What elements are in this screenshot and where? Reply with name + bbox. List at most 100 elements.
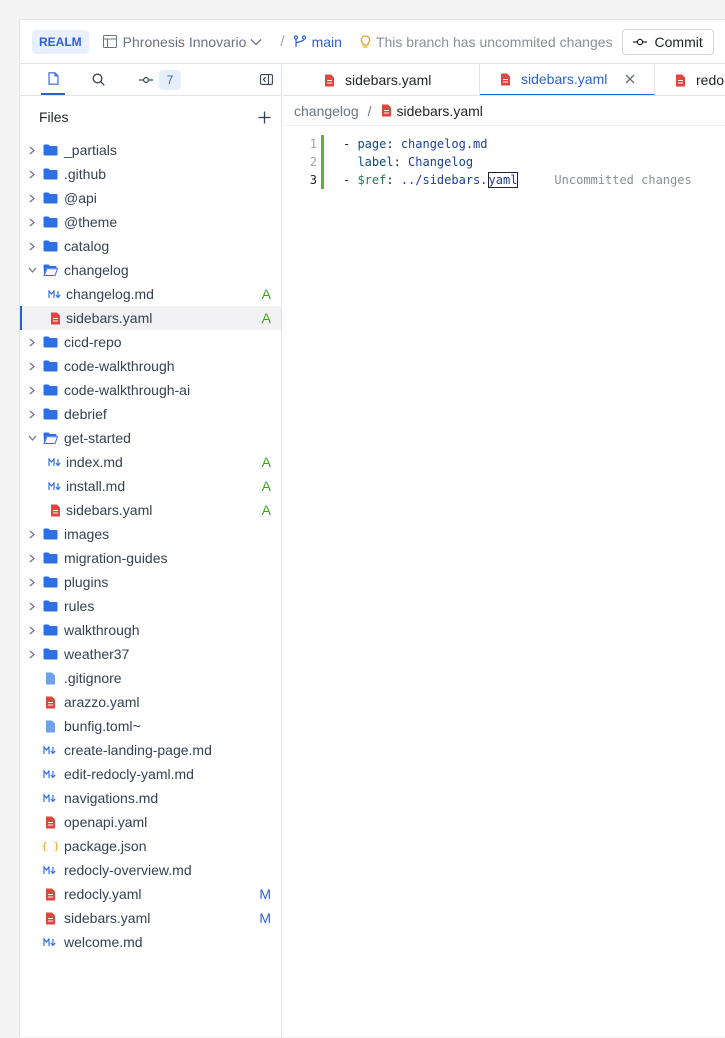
close-icon[interactable] <box>625 71 635 88</box>
tree-file[interactable]: arazzo.yaml <box>20 690 281 714</box>
tree-folder[interactable]: debrief <box>20 402 281 426</box>
tree-folder[interactable]: catalog <box>20 234 281 258</box>
chevron-right-icon[interactable] <box>26 530 38 539</box>
tree-item-label: migration-guides <box>64 550 168 566</box>
tree-folder[interactable]: plugins <box>20 570 281 594</box>
tree-folder[interactable]: _partials <box>20 138 281 162</box>
tree-folder[interactable]: cicd-repo <box>20 330 281 354</box>
chevron-right-icon[interactable] <box>26 338 38 347</box>
yaml-key: label <box>357 155 394 169</box>
git-status-badge: A <box>261 478 271 494</box>
yaml-file-icon <box>672 72 688 88</box>
editor-tab[interactable]: redo <box>655 64 725 95</box>
branch-icon <box>293 35 306 47</box>
tree-folder[interactable]: @api <box>20 186 281 210</box>
add-file-icon[interactable] <box>258 111 271 124</box>
chevron-right-icon[interactable] <box>26 194 38 203</box>
tree-folder[interactable]: walkthrough <box>20 618 281 642</box>
chevron-right-icon[interactable] <box>26 362 38 371</box>
app-window: REALM Phronesis Innovario / main This br… <box>19 19 725 1038</box>
editor-tab[interactable]: sidebars.yaml <box>480 64 655 95</box>
collapse-sidebar-button[interactable] <box>256 64 276 95</box>
chevron-right-icon[interactable] <box>26 242 38 251</box>
chevron-down-icon[interactable] <box>26 267 38 273</box>
tree-folder[interactable]: .github <box>20 162 281 186</box>
chevron-right-icon[interactable] <box>26 650 38 659</box>
tree-file[interactable]: sidebars.yaml A <box>20 498 281 522</box>
line-number: 1 <box>309 137 317 151</box>
tree-folder[interactable]: code-walkthrough-ai <box>20 378 281 402</box>
tree-file[interactable]: bunfig.toml~ <box>20 714 281 738</box>
tree-file[interactable]: install.md A <box>20 474 281 498</box>
inline-hint: Uncommitted changes <box>554 173 692 187</box>
commit-button[interactable]: Commit <box>621 28 714 55</box>
tree-file[interactable]: create-landing-page.md <box>20 738 281 762</box>
chevron-right-icon[interactable] <box>26 146 38 155</box>
code-colon: : <box>386 137 401 151</box>
editor-tab[interactable]: sidebars.yaml <box>283 64 480 95</box>
tree-file[interactable]: redocly-overview.md <box>20 858 281 882</box>
markdown-icon <box>42 934 58 950</box>
tree-folder[interactable]: @theme <box>20 210 281 234</box>
tree-folder[interactable]: weather37 <box>20 642 281 666</box>
chevron-right-icon[interactable] <box>26 386 38 395</box>
collapse-panel-icon <box>259 74 273 85</box>
tree-folder[interactable]: migration-guides <box>20 546 281 570</box>
tree-item-label: sidebars.yaml <box>64 910 151 926</box>
tree-file[interactable]: .gitignore <box>20 666 281 690</box>
tree-file[interactable]: redocly.yaml M <box>20 882 281 906</box>
files-view-button[interactable] <box>41 64 65 95</box>
files-header: Files <box>20 96 281 138</box>
search-button[interactable] <box>86 64 110 95</box>
tree-file[interactable]: openapi.yaml <box>20 810 281 834</box>
tree-folder[interactable]: changelog <box>20 258 281 282</box>
yaml-value: ../sidebars. <box>400 173 488 187</box>
changes-button[interactable]: 7 <box>134 64 186 95</box>
tree-item-label: _partials <box>64 142 117 158</box>
tree-item-label: .github <box>64 166 107 182</box>
code-line[interactable]: 2 label: Changelog <box>283 153 725 171</box>
tree-folder[interactable]: get-started <box>20 426 281 450</box>
tree-folder[interactable]: code-walkthrough <box>20 354 281 378</box>
chevron-right-icon[interactable] <box>26 626 38 635</box>
tree-file[interactable]: sidebars.yaml A <box>20 306 281 330</box>
json-file-icon: { } <box>42 838 58 854</box>
branch-selector[interactable]: main <box>293 34 342 50</box>
code-editor[interactable]: 1- page: changelog.md 2 label: Changelog 3… <box>283 126 725 189</box>
tree-file[interactable]: sidebars.yaml M <box>20 906 281 930</box>
git-status-badge: A <box>261 502 271 518</box>
top-bar: REALM Phronesis Innovario / main This br… <box>20 20 725 64</box>
file-icon <box>42 718 58 734</box>
markdown-icon <box>47 286 63 302</box>
tab-label: redo <box>696 72 725 88</box>
project-selector[interactable]: Phronesis Innovario <box>102 34 269 50</box>
tree-file[interactable]: navigations.md <box>20 786 281 810</box>
chevron-right-icon[interactable] <box>26 578 38 587</box>
breadcrumb-folder[interactable]: changelog <box>294 103 359 119</box>
tree-item-label: redocly.yaml <box>64 886 142 902</box>
tree-folder[interactable]: rules <box>20 594 281 618</box>
chevron-down-icon <box>250 38 262 45</box>
tree-file[interactable]: { } package.json <box>20 834 281 858</box>
realm-badge[interactable]: REALM <box>32 29 89 54</box>
change-gutter-marker <box>321 171 324 189</box>
chevron-down-icon[interactable] <box>26 435 38 441</box>
folder-icon <box>42 382 58 398</box>
yaml-file-icon <box>47 502 63 518</box>
folder-open-icon <box>42 430 58 446</box>
tree-file[interactable]: edit-redocly-yaml.md <box>20 762 281 786</box>
chevron-right-icon[interactable] <box>26 554 38 563</box>
code-line[interactable]: 1 - page: changelog.md <box>283 135 725 153</box>
tree-file[interactable]: index.md A <box>20 450 281 474</box>
chevron-right-icon[interactable] <box>26 170 38 179</box>
tree-file[interactable]: welcome.md <box>20 930 281 954</box>
tree-folder[interactable]: images <box>20 522 281 546</box>
yaml-file-icon <box>42 910 58 926</box>
code-line[interactable]: 3 - $ref: ../sidebars.yaml Uncommitted cha… <box>283 171 725 189</box>
chevron-right-icon[interactable] <box>26 218 38 227</box>
chevron-right-icon[interactable] <box>26 602 38 611</box>
yaml-file-icon <box>321 72 337 88</box>
breadcrumb-file[interactable]: sidebars.yaml <box>381 103 483 119</box>
chevron-right-icon[interactable] <box>26 410 38 419</box>
tree-file[interactable]: changelog.md A <box>20 282 281 306</box>
